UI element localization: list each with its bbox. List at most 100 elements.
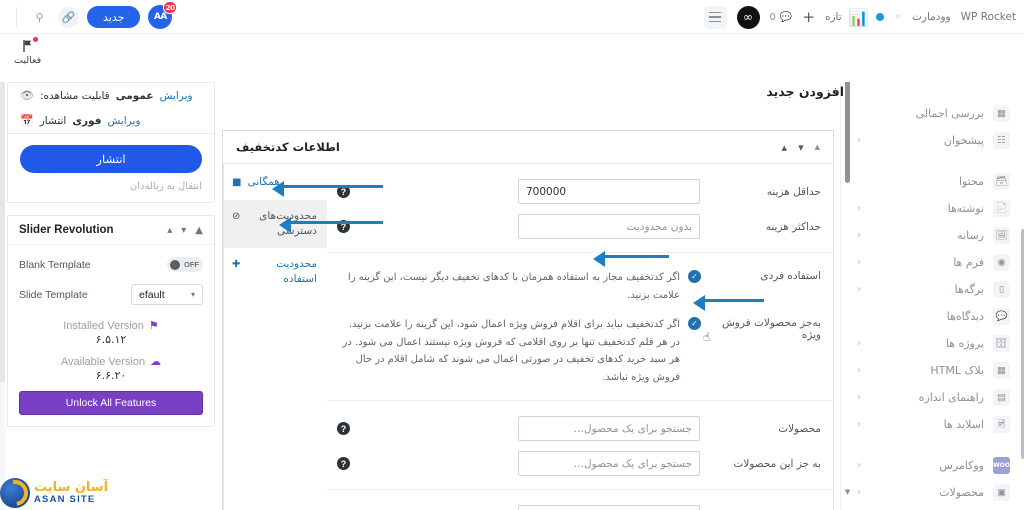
- metabox-drag-icon[interactable]: ▲: [815, 143, 820, 151]
- collapse-up-icon[interactable]: ▴: [167, 225, 172, 236]
- menu-hamburger-icon[interactable]: [703, 5, 727, 29]
- sidebar-item-content[interactable]: 🗃 محتوا: [841, 168, 1024, 195]
- chevron-left-icon: ‹: [857, 230, 861, 241]
- individual-use-row: استفاده فردی ✓ اگر کدتخفیف مجاز به استفا…: [327, 263, 833, 310]
- slide-template-select[interactable]: efault ▾: [131, 284, 203, 305]
- products-help-icon[interactable]: ?: [337, 422, 350, 435]
- field-group-spend: حداقل هزینه ? حداکثر هزینه ?: [327, 164, 833, 253]
- visibility-edit-link[interactable]: ویرایش: [160, 90, 193, 102]
- sidebar-item-size-guide[interactable]: ▤ راهنمای اندازه ‹: [841, 384, 1024, 411]
- slider-revolution-box: ▲ ▾ ▴ Slider Revolution OFF Blank Templa…: [7, 215, 215, 427]
- blank-template-state: OFF: [184, 260, 199, 269]
- individual-use-label: استفاده فردی: [760, 270, 821, 282]
- available-version-row: ☁ Available Version: [19, 355, 203, 369]
- installed-version-label: Installed Version: [63, 319, 144, 332]
- visibility-prefix: قابلیت مشاهده:: [39, 89, 110, 102]
- sidebar-item-overview[interactable]: ▦ بررسی اجمالی: [841, 100, 1024, 127]
- pages-icon: ▯: [993, 281, 1010, 298]
- products-input[interactable]: [518, 416, 700, 441]
- grid-overview-icon: ▦: [993, 105, 1010, 122]
- link-icon[interactable]: 🔗: [58, 6, 79, 28]
- status-chart-icon[interactable]: 📊: [849, 8, 869, 27]
- mouse-cursor-icon: ☝: [703, 330, 711, 344]
- publish-button[interactable]: انتشار: [20, 145, 202, 173]
- exclude-products-input[interactable]: [518, 451, 700, 476]
- move-to-trash-link[interactable]: انتقال به زباله‌دان: [20, 181, 202, 192]
- annotation-arrow-max-spend: [279, 217, 383, 233]
- metabox-title: اطلاعات کدتخفیف: [236, 140, 340, 154]
- max-spend-field-wrap: [359, 214, 700, 239]
- comments-bubble[interactable]: 💬 0: [770, 12, 793, 23]
- max-spend-input[interactable]: [518, 214, 700, 239]
- sidebar-menu: ▦ بررسی اجمالی ☷ پیشخوان ‹ 🗃 محتوا 📄 نوش…: [841, 100, 1024, 510]
- watermark-logo: آسان سایت ASAN SITE: [0, 478, 108, 508]
- sidebar-item-woocommerce-fa[interactable]: ☰ ووکامرس فارسی ‹: [841, 506, 1024, 510]
- product-categories-input[interactable]: [518, 505, 700, 510]
- posts-icon: 📄: [993, 200, 1010, 217]
- updates-item[interactable]: تازه: [825, 11, 842, 23]
- wp-rocket-item[interactable]: WP Rocket: [961, 11, 1016, 23]
- page-title: افزودن جدید: [766, 84, 844, 99]
- sidebar-item-woocommerce[interactable]: WOO ووکامرس ‹: [841, 452, 1024, 479]
- sidebar-item-forms[interactable]: ◉ فرم ها ‹: [841, 249, 1024, 276]
- sidebar-item-posts[interactable]: 📄 نوشته‌ها ‹: [841, 195, 1024, 222]
- avatar[interactable]: AA 20: [148, 1, 178, 29]
- sidebar-item-pages-label: برگه‌ها: [954, 283, 984, 296]
- sidebar-item-slides[interactable]: 🖻 اسلاید ها ‹: [841, 411, 1024, 438]
- min-spend-input[interactable]: [518, 179, 700, 204]
- sidebar-item-comments[interactable]: 💬 دیدگاه‌ها: [841, 303, 1024, 330]
- admin-bar: AA 20 جدید 🔗 ⚲ ∞ 💬 0 + تازه 📊 ✕ وودمارت …: [0, 0, 1024, 34]
- add-new-plus-icon[interactable]: +: [802, 9, 815, 25]
- blank-template-row: OFF Blank Template: [19, 257, 203, 272]
- site-logo-icon[interactable]: ∞: [736, 5, 760, 29]
- left-column: 👁 قابلیت مشاهده: عمومی ویرایش 📅 انتشار ف…: [7, 82, 215, 439]
- metabox-controls: ▲ ▾ ▴: [782, 141, 820, 154]
- chevron-left-icon: ‹: [857, 284, 861, 295]
- blank-template-toggle[interactable]: OFF: [167, 257, 203, 272]
- avatar-initials: AA: [153, 12, 167, 22]
- chevron-left-icon: ‹: [857, 365, 861, 376]
- chevron-left-icon: ‹: [857, 203, 861, 214]
- annotation-arrow-individual-use: [593, 251, 669, 267]
- visibility-row: 👁 قابلیت مشاهده: عمومی ویرایش: [8, 83, 214, 108]
- collapse-down-icon[interactable]: ▾: [181, 225, 186, 236]
- exclude-products-label: به جز این محصولات: [733, 457, 822, 470]
- sidebar-item-comments-label: دیدگاه‌ها: [946, 310, 984, 323]
- asan-site-swirl-icon: [0, 478, 30, 508]
- exclude-products-help-icon[interactable]: ?: [337, 457, 350, 470]
- flag-purple-icon: ⚑: [148, 320, 159, 332]
- activity-button[interactable]: فعالیت: [14, 37, 41, 66]
- min-spend-row: حداقل هزینه ?: [327, 174, 833, 209]
- search-icon[interactable]: ⚲: [29, 7, 50, 28]
- sidebar-item-pages[interactable]: ▯ برگه‌ها ‹: [841, 276, 1024, 303]
- tab-usage-limits[interactable]: ✚ محدودیت استفاده: [224, 248, 327, 296]
- schedule-prefix: انتشار: [39, 114, 67, 127]
- separator-icon: ✕: [893, 11, 903, 23]
- metabox-collapse-up-icon[interactable]: ▴: [782, 141, 788, 154]
- new-button[interactable]: جدید: [87, 6, 141, 28]
- sidebar-item-projects[interactable]: 🗄 پروژه ها ‹: [841, 330, 1024, 357]
- slide-template-row: efault ▾ Slide Template: [19, 284, 203, 305]
- drag-handle-icon[interactable]: ▲: [195, 225, 203, 236]
- chevron-down-icon: ▾: [190, 290, 195, 299]
- sub-bar: فعالیت افزودن جدید: [0, 34, 1024, 99]
- sidebar-item-dashboard[interactable]: ☷ پیشخوان ‹: [841, 127, 1024, 154]
- metabox-collapse-down-icon[interactable]: ▾: [798, 141, 804, 154]
- product-categories-field-wrap: [359, 505, 700, 510]
- woodmart-item[interactable]: وودمارت: [912, 11, 951, 23]
- unlock-all-features-button[interactable]: Unlock All Features: [19, 391, 203, 415]
- sidebar-item-media[interactable]: 🖼 رسانه ‹: [841, 222, 1024, 249]
- sidebar-group-woocommerce: WOO ووکامرس ‹ ▣ محصولات ‹ ☰ ووکامرس فارس…: [841, 452, 1024, 510]
- schedule-edit-link[interactable]: ویرایش: [108, 115, 141, 127]
- exclude-products-field-wrap: [359, 451, 700, 476]
- sidebar-item-products[interactable]: ▣ محصولات ‹: [841, 479, 1024, 506]
- left-edge-scrollbar[interactable]: [0, 82, 5, 510]
- individual-use-checkbox[interactable]: ✓: [688, 270, 701, 283]
- toggle-knob: [170, 259, 180, 270]
- left-edge-scroll-thumb[interactable]: [0, 82, 5, 382]
- exclude-sale-items-checkbox[interactable]: ✓: [688, 317, 701, 330]
- status-dot-icon: [875, 13, 884, 21]
- sidebar-item-html-block[interactable]: ▦ بلاک HTML ‹: [841, 357, 1024, 384]
- metabox-header: ▲ ▾ ▴ اطلاعات کدتخفیف: [223, 131, 833, 164]
- exclude-sale-items-row: به‌جز محصولات فروش ویژه ☝ ✓ اگر کدتخفیف …: [327, 310, 833, 392]
